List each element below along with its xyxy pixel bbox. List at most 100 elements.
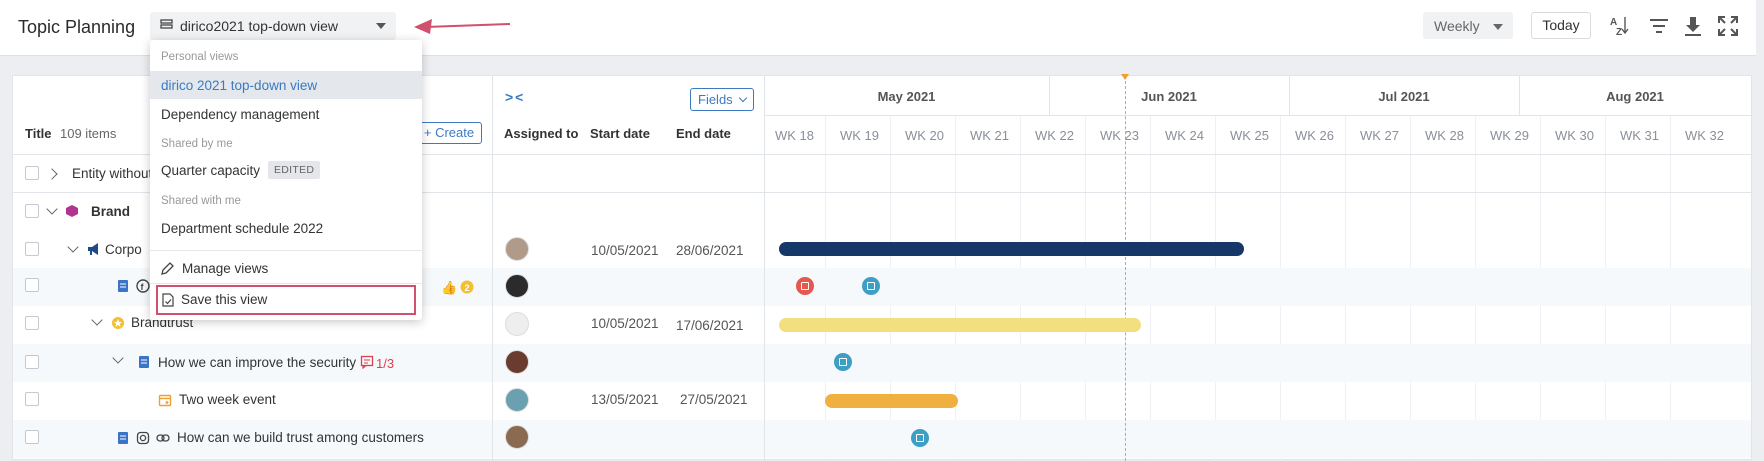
link-icon — [156, 434, 170, 442]
milestone-icon[interactable] — [911, 429, 929, 447]
row-checkbox[interactable] — [25, 166, 39, 180]
week-label: WK 21 — [970, 128, 1010, 143]
week-label: WK 29 — [1490, 128, 1530, 143]
menu-item-label: dirico 2021 top-down view — [161, 78, 318, 93]
week-label: WK 25 — [1230, 128, 1270, 143]
start-date[interactable]: 10/05/2021 — [591, 316, 659, 331]
svg-text:👍: 👍 — [441, 280, 457, 295]
month-label: May 2021 — [877, 89, 936, 104]
menu-item-label: Manage views — [182, 261, 269, 276]
view-selector-dropdown[interactable]: dirico2021 top-down view — [150, 12, 396, 40]
week-label: WK 19 — [840, 128, 880, 143]
row-title[interactable]: How can we build trust among customers — [177, 430, 424, 445]
week-label: WK 23 — [1100, 128, 1140, 143]
save-file-icon — [162, 293, 174, 307]
week-label: WK 20 — [905, 128, 945, 143]
create-button[interactable]: + Create — [416, 122, 482, 144]
timescale-label: Weekly — [1434, 18, 1480, 34]
item-count: 109 items — [60, 126, 117, 141]
row-checkbox[interactable] — [25, 392, 39, 406]
megaphone-icon — [88, 243, 98, 255]
start-date[interactable]: 13/05/2021 — [591, 392, 659, 407]
menu-item-label: Department schedule 2022 — [161, 221, 324, 236]
row-checkbox[interactable] — [25, 430, 39, 444]
menu-item-dependency-management[interactable]: Dependency management — [150, 100, 422, 128]
month-label: Jun 2021 — [1141, 89, 1197, 104]
row-checkbox[interactable] — [25, 204, 39, 218]
week-label: WK 30 — [1555, 128, 1595, 143]
timeline-bar[interactable] — [779, 242, 1244, 256]
checklist-count: 1/3 — [376, 356, 395, 371]
menu-item-label: Quarter capacity — [161, 163, 261, 178]
row-title[interactable]: Brand — [91, 204, 130, 219]
instagram-icon — [136, 431, 150, 445]
annotation-arrow-icon — [414, 19, 511, 34]
row-checkbox[interactable] — [25, 278, 39, 292]
row-title[interactable]: Two week event — [179, 392, 276, 407]
menu-item-label: Dependency management — [161, 107, 320, 122]
chevron-down-icon[interactable] — [46, 203, 58, 215]
caret-down-icon — [376, 23, 386, 29]
week-label: WK 27 — [1360, 128, 1400, 143]
today-button[interactable]: Today — [1531, 12, 1591, 39]
row-checkbox[interactable] — [25, 316, 39, 330]
fields-button[interactable]: Fields — [690, 88, 754, 111]
event-calendar-icon — [158, 394, 172, 407]
checklist-icon — [360, 355, 374, 369]
menu-item-label: Save this view — [181, 292, 268, 307]
filter-icon[interactable] — [1647, 14, 1671, 38]
timeline-bar[interactable] — [825, 394, 958, 408]
chevron-down-icon — [738, 93, 748, 103]
fields-label: Fields — [698, 92, 733, 107]
week-label: WK 22 — [1035, 128, 1075, 143]
week-label: WK 24 — [1165, 128, 1205, 143]
edited-badge: EDITED — [268, 161, 321, 179]
fullscreen-icon[interactable] — [1716, 14, 1740, 38]
avatar[interactable] — [505, 388, 529, 412]
avatar[interactable] — [505, 237, 529, 261]
save-view-button[interactable]: Save this view — [156, 285, 416, 315]
avatar[interactable] — [505, 312, 529, 336]
svg-text:2: 2 — [465, 283, 470, 293]
sort-az-icon[interactable]: AZ — [1608, 14, 1632, 38]
avatar[interactable] — [505, 274, 529, 298]
avatar[interactable] — [505, 350, 529, 374]
end-date[interactable]: 27/05/2021 — [680, 392, 748, 407]
menu-item-quarter-capacity[interactable]: Quarter capacity EDITED — [150, 156, 422, 184]
row-checkbox[interactable] — [25, 242, 39, 256]
menu-item-department-schedule[interactable]: Department schedule 2022 — [150, 214, 422, 242]
row-checkbox[interactable] — [25, 355, 39, 369]
avatar[interactable] — [505, 425, 529, 449]
manage-views-button[interactable]: Manage views — [150, 254, 422, 282]
hexagon-brand-icon — [66, 205, 78, 217]
timeline-bar[interactable] — [779, 318, 1141, 332]
download-icon[interactable] — [1681, 14, 1705, 38]
document-icon — [118, 432, 128, 444]
page-title: Topic Planning — [18, 17, 136, 37]
row-title[interactable]: Entity without — [72, 166, 152, 181]
month-label: Jul 2021 — [1378, 89, 1430, 104]
view-selector-label: dirico2021 top-down view — [180, 18, 338, 34]
end-date-column-header: End date — [676, 126, 731, 141]
svg-text:Z: Z — [1616, 27, 1622, 38]
menu-item-dirico-top-down[interactable]: dirico 2021 top-down view — [150, 71, 422, 99]
row-title[interactable]: Corpo — [105, 242, 142, 257]
document-icon — [139, 356, 149, 368]
facebook-icon: f — [136, 279, 150, 293]
milestone-icon[interactable] — [796, 277, 814, 295]
chevron-right-icon[interactable] — [46, 168, 58, 180]
timescale-dropdown[interactable]: Weekly — [1423, 12, 1513, 39]
milestone-icon[interactable] — [834, 353, 852, 371]
week-label: WK 32 — [1685, 128, 1725, 143]
week-label: WK 28 — [1425, 128, 1465, 143]
week-label: WK 18 — [775, 128, 815, 143]
collapse-columns-button[interactable]: > < — [505, 89, 523, 105]
milestone-icon[interactable] — [862, 277, 880, 295]
section-shared-with-me: Shared with me — [161, 195, 241, 207]
end-date[interactable]: 17/06/2021 — [676, 318, 744, 333]
svg-text:f: f — [141, 282, 145, 292]
start-date[interactable]: 10/05/2021 — [591, 243, 659, 258]
row-title[interactable]: How we can improve the security — [158, 355, 356, 370]
month-label: Aug 2021 — [1606, 89, 1664, 104]
end-date[interactable]: 28/06/2021 — [676, 243, 744, 258]
